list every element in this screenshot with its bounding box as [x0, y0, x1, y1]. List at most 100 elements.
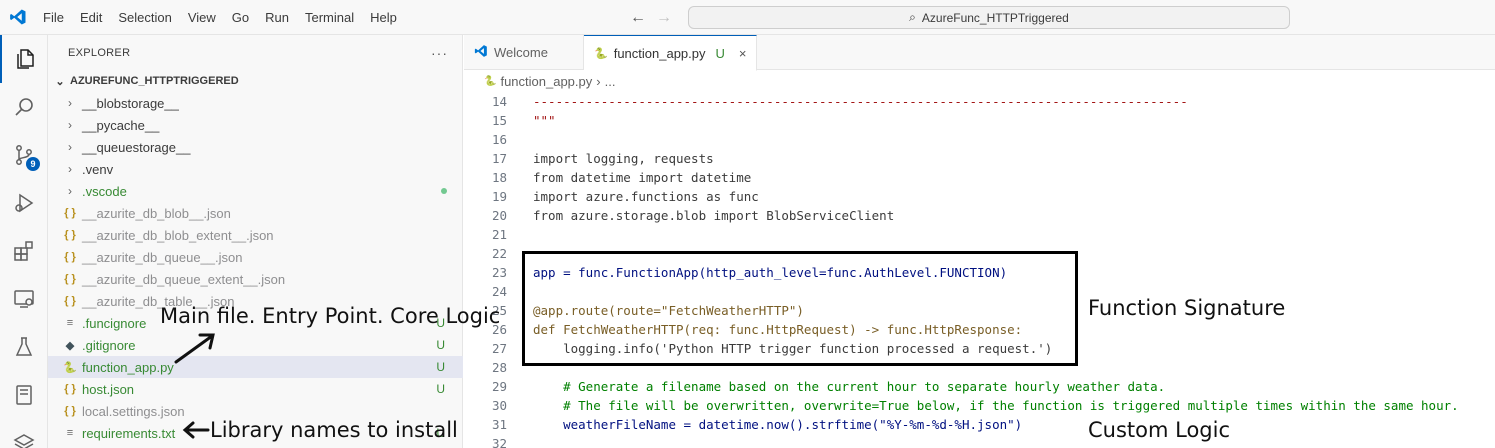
workspace-folder-header[interactable]: ⌄ AZUREFUNC_HTTPTRIGGERED: [48, 70, 463, 92]
code-line: 21: [464, 225, 1495, 244]
notebook-icon[interactable]: [0, 371, 48, 419]
untracked-status: U: [436, 382, 445, 396]
line-number: 24: [491, 284, 507, 299]
code-text: ----------------------------------------…: [533, 94, 1188, 109]
chevron-right-icon: ›: [596, 73, 601, 89]
tree-item-label: .venv: [82, 161, 114, 177]
tab-welcome[interactable]: Welcome: [464, 35, 584, 70]
tree-item-azurite-db-queue-extent[interactable]: { } __azurite_db_queue_extent__.json: [48, 268, 463, 290]
function-signature-highlight-box: [522, 251, 1078, 366]
menu-go[interactable]: Go: [224, 0, 257, 35]
code-text: import logging, requests: [533, 151, 714, 166]
workspace-folder-name: AZUREFUNC_HTTPTRIGGERED: [70, 75, 239, 87]
tree-item-function-app-py[interactable]: 🐍 function_app.py U: [48, 356, 463, 378]
untracked-status: U: [436, 338, 445, 352]
arrow-left-annotation-icon: [182, 421, 210, 439]
tree-item-azurite-db-blob[interactable]: { } __azurite_db_blob__.json: [48, 202, 463, 224]
explorer-icon[interactable]: [0, 35, 48, 83]
tree-item-label: function_app.py: [82, 359, 174, 375]
code-text: # Generate a filename based on the curre…: [533, 379, 1166, 394]
chevron-right-icon: ›: [68, 184, 72, 198]
tree-item-venv[interactable]: › .venv: [48, 158, 463, 180]
line-number: 21: [491, 227, 507, 242]
tab-function-app-py[interactable]: 🐍 function_app.py U ×: [584, 35, 758, 71]
tree-item-label: local.settings.json: [82, 403, 185, 419]
text-file-icon: ≡: [66, 427, 74, 439]
line-number: 17: [491, 151, 507, 166]
line-number: 18: [491, 170, 507, 185]
annotation-library-names: Library names to install: [210, 418, 458, 442]
tree-item-label: __azurite_db_queue__.json: [82, 249, 243, 265]
run-debug-icon[interactable]: [0, 179, 48, 227]
modified-dot-icon: [441, 188, 447, 194]
tree-item-label: __azurite_db_blob__.json: [82, 205, 231, 221]
code-text: import azure.functions as func: [533, 189, 759, 204]
source-control-icon[interactable]: 9: [0, 131, 48, 179]
tree-item-label: .vscode: [82, 183, 127, 199]
menu-file[interactable]: File: [35, 0, 72, 35]
close-icon[interactable]: ×: [739, 46, 747, 61]
tree-item-label: __azurite_db_queue_extent__.json: [82, 271, 286, 287]
line-number: 23: [491, 265, 507, 280]
code-text: """: [533, 113, 556, 128]
editor-area: Welcome 🐍 function_app.py U × 🐍 function…: [464, 35, 1495, 448]
menu-help[interactable]: Help: [362, 0, 405, 35]
tree-item-host-json[interactable]: { } host.json U: [48, 378, 463, 400]
annotation-custom-logic: Custom Logic: [1088, 418, 1231, 442]
code-text: # The file will be overwritten, overwrit…: [533, 398, 1459, 413]
line-number: 19: [491, 189, 507, 204]
menu-terminal[interactable]: Terminal: [297, 0, 362, 35]
menu-run[interactable]: Run: [257, 0, 297, 35]
extensions-icon[interactable]: [0, 227, 48, 275]
tree-item-vscode[interactable]: › .vscode: [48, 180, 463, 202]
code-line: 30 # The file will be overwritten, overw…: [464, 396, 1495, 415]
json-file-icon: { }: [64, 207, 76, 219]
line-number: 15: [491, 113, 507, 128]
chevron-down-icon: ⌄: [55, 75, 65, 88]
python-file-icon: 🐍: [594, 47, 608, 60]
sidebar-title: EXPLORER: [68, 46, 131, 59]
tree-item-queuestorage[interactable]: › __queuestorage__: [48, 136, 463, 158]
untracked-status: U: [436, 360, 445, 374]
layers-icon[interactable]: [0, 419, 48, 448]
scm-badge: 9: [26, 157, 40, 171]
tree-item-gitignore[interactable]: ◆ .gitignore U: [48, 334, 463, 356]
command-center-search[interactable]: ⌕ AzureFunc_HTTPTriggered: [688, 6, 1290, 29]
vscode-logo-icon: [0, 0, 35, 35]
line-number: 30: [491, 398, 507, 413]
line-number: 16: [491, 132, 507, 147]
tree-item-blobstorage[interactable]: › __blobstorage__: [48, 92, 463, 114]
tree-item-label: host.json: [82, 381, 135, 397]
chevron-right-icon: ›: [68, 96, 72, 110]
tree-item-azurite-db-queue[interactable]: { } __azurite_db_queue__.json: [48, 246, 463, 268]
search-icon[interactable]: [0, 83, 48, 131]
python-file-icon: 🐍: [484, 75, 497, 87]
arrow-annotation-icon: [174, 333, 215, 364]
tree-item-label: __pycache__: [82, 117, 160, 133]
title-bar: File Edit Selection View Go Run Terminal…: [0, 0, 1495, 35]
menu-selection[interactable]: Selection: [110, 0, 179, 35]
line-number: 31: [491, 417, 507, 432]
activity-bar: 9: [0, 35, 48, 448]
more-actions-icon[interactable]: ···: [431, 45, 448, 61]
tree-item-pycache[interactable]: › __pycache__: [48, 114, 463, 136]
remote-explorer-icon[interactable]: [0, 275, 48, 323]
search-icon: ⌕: [909, 10, 916, 24]
code-line: 19 import azure.functions as func: [464, 187, 1495, 206]
breadcrumb: 🐍 function_app.py › ...: [464, 70, 1495, 92]
tree-item-azurite-db-blob-extent[interactable]: { } __azurite_db_blob_extent__.json: [48, 224, 463, 246]
code-line: 17 import logging, requests: [464, 149, 1495, 168]
menu-view[interactable]: View: [180, 0, 224, 35]
breadcrumb-rest[interactable]: ...: [605, 74, 616, 89]
file-tree: › __blobstorage__ › __pycache__ › __queuest…: [48, 92, 463, 444]
menu-edit[interactable]: Edit: [72, 0, 110, 35]
code-line: 20 from azure.storage.blob import BlobSer…: [464, 206, 1495, 225]
code-line: 15 """: [464, 111, 1495, 130]
json-file-icon: { }: [64, 251, 76, 263]
testing-icon[interactable]: [0, 323, 48, 371]
annotation-function-signature: Function Signature: [1088, 296, 1286, 320]
back-arrow-icon[interactable]: ←: [630, 9, 646, 27]
forward-arrow-icon[interactable]: →: [656, 9, 672, 27]
breadcrumb-file[interactable]: function_app.py: [500, 74, 592, 89]
code-line: 14 --------------------------------------…: [464, 92, 1495, 111]
